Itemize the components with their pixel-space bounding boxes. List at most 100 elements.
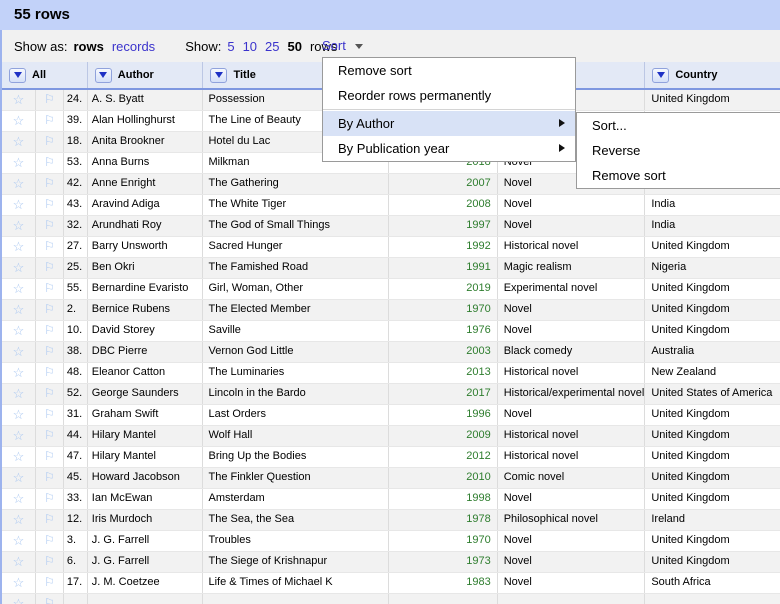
star-cell[interactable]: ☆ xyxy=(2,132,36,152)
star-icon[interactable]: ☆ xyxy=(13,470,25,485)
column-dropdown-icon[interactable] xyxy=(210,67,228,83)
flag-icon[interactable]: ⚐ xyxy=(44,470,55,484)
flag-cell[interactable]: ⚐ xyxy=(36,279,64,299)
flag-icon[interactable]: ⚐ xyxy=(44,113,55,127)
star-cell[interactable]: ☆ xyxy=(2,405,36,425)
flag-cell[interactable]: ⚐ xyxy=(36,510,64,530)
star-icon[interactable]: ☆ xyxy=(13,386,25,401)
flag-icon[interactable]: ⚐ xyxy=(44,197,55,211)
star-cell[interactable]: ☆ xyxy=(2,363,36,383)
star-icon[interactable]: ☆ xyxy=(13,365,25,380)
flag-cell[interactable]: ⚐ xyxy=(36,153,64,173)
flag-icon[interactable]: ⚐ xyxy=(44,596,55,604)
star-cell[interactable]: ☆ xyxy=(2,531,36,551)
flag-icon[interactable]: ⚐ xyxy=(44,155,55,169)
flag-cell[interactable]: ⚐ xyxy=(36,300,64,320)
star-icon[interactable]: ☆ xyxy=(13,134,25,149)
flag-icon[interactable]: ⚐ xyxy=(44,407,55,421)
sort-label[interactable]: Sort xyxy=(322,38,346,53)
submenu-item-sort[interactable]: Sort... xyxy=(577,113,780,138)
page-size-5-link[interactable]: 5 xyxy=(227,39,234,54)
star-cell[interactable]: ☆ xyxy=(2,342,36,362)
star-icon[interactable]: ☆ xyxy=(13,281,25,296)
star-cell[interactable]: ☆ xyxy=(2,111,36,131)
star-icon[interactable]: ☆ xyxy=(13,92,25,107)
flag-cell[interactable]: ⚐ xyxy=(36,426,64,446)
star-icon[interactable]: ☆ xyxy=(13,113,25,128)
star-cell[interactable]: ☆ xyxy=(2,384,36,404)
star-cell[interactable]: ☆ xyxy=(2,216,36,236)
flag-cell[interactable]: ⚐ xyxy=(36,174,64,194)
flag-cell[interactable]: ⚐ xyxy=(36,342,64,362)
flag-icon[interactable]: ⚐ xyxy=(44,239,55,253)
star-icon[interactable]: ☆ xyxy=(13,344,25,359)
star-cell[interactable]: ☆ xyxy=(2,321,36,341)
flag-icon[interactable]: ⚐ xyxy=(44,323,55,337)
star-icon[interactable]: ☆ xyxy=(13,176,25,191)
star-icon[interactable]: ☆ xyxy=(13,155,25,170)
flag-icon[interactable]: ⚐ xyxy=(44,575,55,589)
star-cell[interactable]: ☆ xyxy=(2,510,36,530)
star-icon[interactable]: ☆ xyxy=(13,533,25,548)
flag-cell[interactable]: ⚐ xyxy=(36,258,64,278)
flag-icon[interactable]: ⚐ xyxy=(44,134,55,148)
flag-icon[interactable]: ⚐ xyxy=(44,554,55,568)
flag-icon[interactable]: ⚐ xyxy=(44,386,55,400)
flag-icon[interactable]: ⚐ xyxy=(44,92,55,106)
star-cell[interactable]: ☆ xyxy=(2,195,36,215)
flag-icon[interactable]: ⚐ xyxy=(44,449,55,463)
flag-cell[interactable]: ⚐ xyxy=(36,384,64,404)
star-cell[interactable]: ☆ xyxy=(2,468,36,488)
flag-cell[interactable]: ⚐ xyxy=(36,363,64,383)
column-dropdown-icon[interactable] xyxy=(94,67,112,83)
menu-item-by-author[interactable]: By Author xyxy=(323,111,575,136)
flag-cell[interactable]: ⚐ xyxy=(36,132,64,152)
star-cell[interactable]: ☆ xyxy=(2,237,36,257)
flag-cell[interactable]: ⚐ xyxy=(36,531,64,551)
star-cell[interactable]: ☆ xyxy=(2,258,36,278)
flag-icon[interactable]: ⚐ xyxy=(44,218,55,232)
star-cell[interactable]: ☆ xyxy=(2,594,36,604)
star-cell[interactable]: ☆ xyxy=(2,174,36,194)
page-size-25-link[interactable]: 25 xyxy=(265,39,279,54)
star-cell[interactable]: ☆ xyxy=(2,573,36,593)
star-icon[interactable]: ☆ xyxy=(13,218,25,233)
menu-item-by-publication-year[interactable]: By Publication year xyxy=(323,136,575,161)
star-icon[interactable]: ☆ xyxy=(13,428,25,443)
flag-cell[interactable]: ⚐ xyxy=(36,552,64,572)
flag-icon[interactable]: ⚐ xyxy=(44,533,55,547)
star-icon[interactable]: ☆ xyxy=(13,491,25,506)
star-cell[interactable]: ☆ xyxy=(2,300,36,320)
flag-icon[interactable]: ⚐ xyxy=(44,260,55,274)
flag-icon[interactable]: ⚐ xyxy=(44,428,55,442)
star-cell[interactable]: ☆ xyxy=(2,447,36,467)
flag-cell[interactable]: ⚐ xyxy=(36,489,64,509)
flag-cell[interactable]: ⚐ xyxy=(36,237,64,257)
flag-icon[interactable]: ⚐ xyxy=(44,302,55,316)
star-icon[interactable]: ☆ xyxy=(13,512,25,527)
page-size-10-link[interactable]: 10 xyxy=(243,39,257,54)
star-icon[interactable]: ☆ xyxy=(13,407,25,422)
star-icon[interactable]: ☆ xyxy=(13,449,25,464)
column-dropdown-icon[interactable] xyxy=(9,67,26,83)
flag-cell[interactable]: ⚐ xyxy=(36,405,64,425)
star-cell[interactable]: ☆ xyxy=(2,90,36,110)
flag-cell[interactable]: ⚐ xyxy=(36,594,64,604)
star-icon[interactable]: ☆ xyxy=(13,260,25,275)
menu-item-reorder-rows[interactable]: Reorder rows permanently xyxy=(323,83,575,108)
star-icon[interactable]: ☆ xyxy=(13,596,25,604)
star-icon[interactable]: ☆ xyxy=(13,554,25,569)
star-icon[interactable]: ☆ xyxy=(13,575,25,590)
column-dropdown-icon[interactable] xyxy=(652,67,670,83)
star-icon[interactable]: ☆ xyxy=(13,302,25,317)
submenu-item-remove-sort[interactable]: Remove sort xyxy=(577,163,780,188)
flag-icon[interactable]: ⚐ xyxy=(44,512,55,526)
star-cell[interactable]: ☆ xyxy=(2,153,36,173)
star-cell[interactable]: ☆ xyxy=(2,279,36,299)
show-as-records-link[interactable]: records xyxy=(112,39,155,54)
flag-cell[interactable]: ⚐ xyxy=(36,573,64,593)
flag-icon[interactable]: ⚐ xyxy=(44,344,55,358)
star-icon[interactable]: ☆ xyxy=(13,323,25,338)
menu-item-remove-sort[interactable]: Remove sort xyxy=(323,58,575,83)
flag-icon[interactable]: ⚐ xyxy=(44,365,55,379)
